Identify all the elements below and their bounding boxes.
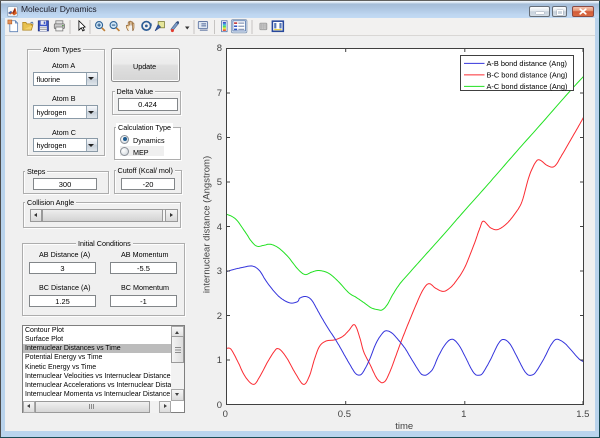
- svg-text:B-C bond distance (Ang): B-C bond distance (Ang): [487, 70, 568, 79]
- svg-text:A-B bond distance (Ang): A-B bond distance (Ang): [487, 59, 568, 68]
- svg-text:A-C bond distance (Ang): A-C bond distance (Ang): [487, 82, 568, 91]
